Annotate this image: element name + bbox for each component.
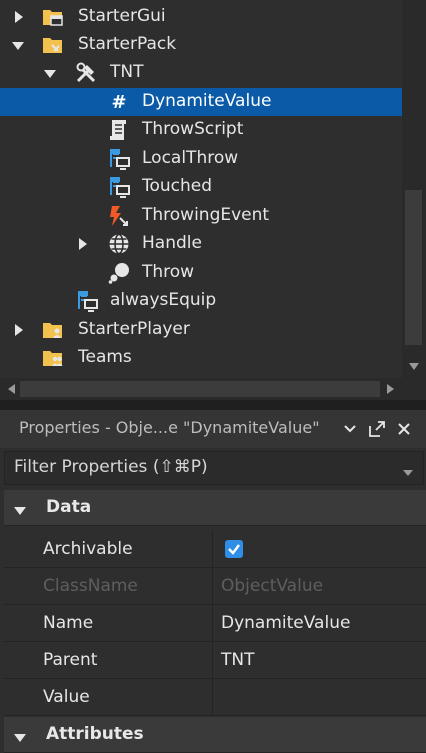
expand-arrow-icon[interactable] — [76, 237, 90, 251]
scroll-left-arrow-icon[interactable] — [3, 381, 19, 397]
property-name-cell: Archivable — [4, 531, 213, 567]
filter-placeholder: Filter Properties (⇧⌘P) — [14, 457, 208, 477]
expand-arrow-icon[interactable] — [12, 323, 26, 337]
collapse-arrow-icon[interactable] — [43, 67, 57, 81]
tree-item-label: Throw — [142, 262, 195, 282]
tree-item-label: ThrowingEvent — [142, 205, 270, 225]
tree-item-alwaysequip[interactable]: alwaysEquip — [0, 287, 402, 315]
explorer-vertical-scrollbar[interactable] — [402, 0, 426, 378]
properties-title: Properties - Obje...e "DynamiteValue" — [19, 418, 320, 437]
tree-item-localthrow[interactable]: LocalThrow — [0, 145, 402, 173]
tree-item-startergui[interactable]: StarterGui — [0, 3, 402, 31]
tree-item-dynamitevalue[interactable]: # DynamiteValue — [0, 88, 402, 116]
tree-item-label: DynamiteValue — [142, 91, 272, 111]
property-name: Archivable — [43, 539, 133, 559]
tree-item-label: StarterGui — [78, 6, 166, 26]
tree-item-handle[interactable]: Handle — [0, 230, 402, 258]
tree-item-teams[interactable]: Teams — [0, 344, 402, 372]
property-name: Parent — [43, 650, 98, 670]
panel-divider[interactable] — [0, 400, 426, 410]
property-name-cell: Value — [4, 679, 213, 715]
teams-folder-icon — [42, 347, 64, 369]
scrollbar-corner — [402, 378, 426, 400]
starter-pack-folder-icon — [42, 34, 64, 56]
tool-icon — [75, 62, 97, 84]
property-row-classname: ClassName ObjectValue — [4, 568, 426, 605]
checkmark-icon — [228, 544, 240, 555]
tree-item-throwingevent[interactable]: ThrowingEvent — [0, 202, 402, 230]
horizontal-scrollbar-thumb[interactable] — [20, 381, 380, 397]
property-value[interactable]: DynamiteValue — [221, 613, 350, 633]
animation-icon — [108, 262, 130, 284]
tree-item-label: alwaysEquip — [110, 290, 217, 310]
tree-item-starterplayer[interactable]: StarterPlayer — [0, 316, 402, 344]
explorer-panel: StarterGui StarterPack TNT # DynamiteVal… — [0, 0, 426, 400]
tree-item-tnt[interactable]: TNT — [0, 59, 402, 87]
properties-panel: Properties - Obje...e "DynamiteValue" Fi… — [0, 410, 426, 753]
tree-item-label: Touched — [142, 176, 213, 196]
property-row-archivable: Archivable — [4, 531, 426, 568]
collapse-arrow-icon[interactable] — [11, 39, 25, 53]
property-value[interactable]: TNT — [221, 650, 255, 670]
category-label: Attributes — [46, 724, 144, 744]
tree-item-label: Teams — [78, 347, 132, 367]
undock-icon[interactable] — [367, 419, 387, 439]
chevron-down-icon[interactable] — [402, 462, 416, 476]
collapse-arrow-icon[interactable] — [14, 728, 28, 742]
tree-item-touched[interactable]: Touched — [0, 173, 402, 201]
tree-item-label: LocalThrow — [142, 148, 239, 168]
properties-header: Properties - Obje...e "DynamiteValue" — [0, 410, 426, 448]
category-data[interactable]: Data — [4, 490, 426, 526]
tree-item-label: ThrowScript — [142, 119, 244, 139]
property-name-cell: Name — [4, 605, 213, 641]
filter-properties-input[interactable]: Filter Properties (⇧⌘P) — [4, 451, 424, 485]
chevron-down-icon[interactable] — [340, 419, 360, 439]
category-attributes[interactable]: Attributes — [4, 717, 426, 753]
scroll-right-arrow-icon[interactable] — [382, 381, 398, 397]
collapse-arrow-icon[interactable] — [14, 501, 28, 515]
tree-item-label: TNT — [110, 62, 144, 82]
vertical-scrollbar-thumb[interactable] — [405, 190, 422, 345]
object-value-icon: # — [111, 91, 127, 113]
explorer-tree: StarterGui StarterPack TNT # DynamiteVal… — [0, 3, 402, 378]
category-label: Data — [46, 497, 92, 517]
tree-item-throw[interactable]: Throw — [0, 259, 402, 287]
property-name-cell: ClassName — [4, 568, 213, 604]
property-name-cell: Parent — [4, 642, 213, 678]
tree-item-starterpack[interactable]: StarterPack — [0, 31, 402, 59]
local-script-icon — [108, 148, 130, 170]
property-row-parent: Parent TNT — [4, 642, 426, 679]
explorer-horizontal-scrollbar[interactable] — [0, 378, 402, 400]
tree-item-label: StarterPack — [78, 34, 177, 54]
tree-item-throwscript[interactable]: ThrowScript — [0, 116, 402, 144]
script-icon — [108, 119, 130, 141]
property-name: ClassName — [43, 576, 138, 596]
local-script-icon — [108, 176, 130, 198]
property-name: Value — [43, 687, 90, 707]
property-value: ObjectValue — [221, 576, 324, 596]
starter-player-folder-icon — [42, 319, 64, 341]
starter-gui-folder-icon — [42, 6, 64, 28]
scroll-down-arrow-icon[interactable] — [402, 355, 426, 377]
tree-item-label: StarterPlayer — [78, 319, 190, 339]
property-row-name: Name DynamiteValue — [4, 605, 426, 642]
close-icon[interactable] — [394, 419, 414, 439]
archivable-checkbox[interactable] — [225, 540, 243, 558]
part-icon — [108, 233, 130, 255]
property-name: Name — [43, 613, 94, 633]
remote-event-icon — [108, 205, 130, 227]
expand-arrow-icon[interactable] — [12, 10, 26, 24]
local-script-icon — [76, 290, 98, 312]
property-row-value: Value — [4, 679, 426, 716]
tree-item-label: Handle — [142, 233, 202, 253]
